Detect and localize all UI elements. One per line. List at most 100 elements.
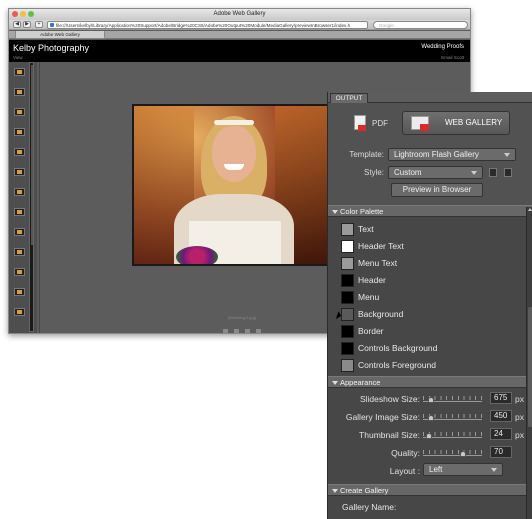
color-row-border[interactable]: Border <box>328 323 532 339</box>
color-swatch[interactable] <box>341 257 354 270</box>
gallery-thumbnail[interactable] <box>14 208 25 216</box>
appearance-title: Appearance <box>340 378 381 387</box>
color-palette-header[interactable]: Color Palette <box>328 205 532 217</box>
minimize-window-button[interactable] <box>20 11 26 17</box>
search-input[interactable]: Google <box>373 21 468 29</box>
slider-knob[interactable] <box>428 397 434 403</box>
color-label: Background <box>358 309 404 319</box>
style-select[interactable]: Custom <box>388 166 483 179</box>
layout-select[interactable]: Left <box>423 463 503 476</box>
filmstrip-scrollbar[interactable] <box>29 62 34 332</box>
delete-style-icon[interactable] <box>504 168 512 177</box>
web-gallery-label: WEB GALLERY <box>445 118 503 127</box>
quality-slider[interactable] <box>423 447 482 457</box>
color-row-menu-text[interactable]: Menu Text <box>328 255 532 271</box>
preview-in-browser-button[interactable]: Preview in Browser <box>391 183 483 197</box>
gallery-thumbnail[interactable] <box>14 188 25 196</box>
color-swatch[interactable] <box>341 240 354 253</box>
photo-caption: [Wedding-2.jpg] <box>228 315 256 320</box>
gallery-thumbnail[interactable] <box>14 148 25 156</box>
gallery-image-size-unit: px <box>515 412 524 422</box>
appearance-header[interactable]: Appearance <box>328 376 532 388</box>
color-swatch[interactable] <box>341 291 354 304</box>
save-style-icon[interactable] <box>489 168 497 177</box>
gallery-thumbnail[interactable] <box>14 248 25 256</box>
browser-toolbar: ◀ ▶ + file:///Users/kelbyl/Library/Appli… <box>9 20 470 30</box>
color-row-header-text[interactable]: Header Text <box>328 238 532 254</box>
forward-button[interactable]: ▶ <box>23 21 31 28</box>
main-photo <box>132 104 332 266</box>
color-swatch[interactable] <box>341 274 354 287</box>
color-row-text[interactable]: Text <box>328 221 532 237</box>
back-button[interactable]: ◀ <box>13 21 21 28</box>
add-bookmark-button[interactable]: + <box>35 21 43 28</box>
panel-tab-row: OUTPUT <box>328 92 532 103</box>
gallery-thumbnail[interactable] <box>14 288 25 296</box>
gallery-image-size-slider[interactable] <box>423 411 482 421</box>
color-label: Menu Text <box>358 258 398 268</box>
browser-tabbar: Adobe Web Gallery <box>9 31 470 39</box>
color-row-controls-background[interactable]: Controls Background <box>328 340 532 356</box>
prev-icon[interactable] <box>223 329 228 333</box>
gallery-thumbnail[interactable] <box>14 308 25 316</box>
search-placeholder: Google <box>379 23 394 28</box>
thumbnail-size-slider[interactable] <box>423 429 482 439</box>
color-label: Border <box>358 326 384 336</box>
color-row-menu[interactable]: Menu <box>328 289 532 305</box>
color-swatch[interactable] <box>341 359 354 372</box>
slideshow-size-slider[interactable] <box>423 393 482 403</box>
output-tab[interactable]: OUTPUT <box>330 93 368 103</box>
disclosure-triangle-icon <box>332 210 338 214</box>
output-panel: OUTPUT PDF WEB GALLERY Template: Lightro… <box>327 92 532 519</box>
panel-scrollbar[interactable] <box>526 207 532 519</box>
color-row-header[interactable]: Header <box>328 272 532 288</box>
color-label: Text <box>358 224 374 234</box>
address-bar[interactable]: file:///Users/kelbyl/Library/Application… <box>47 21 368 29</box>
email-link[interactable]: Email Scott <box>441 55 464 60</box>
slider-knob[interactable] <box>460 451 466 457</box>
color-row-controls-foreground[interactable]: Controls Foreground <box>328 357 532 373</box>
scroll-up-icon[interactable] <box>528 208 532 211</box>
color-swatch[interactable] <box>341 223 354 236</box>
gallery-image-size-field[interactable]: 450 <box>490 410 512 422</box>
site-view-link[interactable]: View <box>13 55 23 60</box>
window-title: Adobe Web Gallery <box>213 11 266 17</box>
zoom-window-button[interactable] <box>28 11 34 17</box>
browser-tab[interactable]: Adobe Web Gallery <box>15 31 105 39</box>
quality-field[interactable]: 70 <box>490 446 512 458</box>
close-window-button[interactable] <box>12 11 18 17</box>
gallery-thumbnail[interactable] <box>14 128 25 136</box>
gallery-thumbnail[interactable] <box>14 68 25 76</box>
color-row-background[interactable]: Background <box>328 306 532 322</box>
slider-knob[interactable] <box>428 415 434 421</box>
color-swatch[interactable] <box>341 325 354 338</box>
disclosure-triangle-icon <box>332 381 338 385</box>
web-gallery-button[interactable]: WEB GALLERY <box>402 111 510 135</box>
play-icon[interactable] <box>234 329 239 333</box>
pdf-button[interactable]: PDF <box>354 113 394 143</box>
gallery-thumbnail[interactable] <box>14 88 25 96</box>
color-swatch[interactable] <box>341 342 354 355</box>
layout-label: Layout : <box>389 466 420 476</box>
gallery-thumbnail[interactable] <box>14 108 25 116</box>
slideshow-size-field[interactable]: 675 <box>490 392 512 404</box>
color-label: Header Text <box>358 241 404 251</box>
color-swatch[interactable] <box>341 308 354 321</box>
gallery-thumbnail[interactable] <box>14 268 25 276</box>
slider-knob[interactable] <box>426 433 432 439</box>
style-value: Custom <box>394 168 422 177</box>
disclosure-triangle-icon <box>332 489 338 493</box>
template-select[interactable]: Lightroom Flash Gallery <box>388 148 516 161</box>
gallery-thumbnail[interactable] <box>14 228 25 236</box>
fullscreen-icon[interactable] <box>256 329 261 333</box>
thumbnail-size-label: Thumbnail Size: <box>359 430 420 440</box>
create-gallery-title: Create Gallery <box>340 486 389 495</box>
layout-value: Left <box>429 465 443 474</box>
slideshow-size-unit: px <box>515 394 524 404</box>
next-icon[interactable] <box>245 329 250 333</box>
gallery-thumbnail[interactable] <box>14 168 25 176</box>
template-value: Lightroom Flash Gallery <box>394 150 479 159</box>
scroll-thumb[interactable] <box>528 307 532 427</box>
thumbnail-size-field[interactable]: 24 <box>490 428 512 440</box>
create-gallery-header[interactable]: Create Gallery <box>328 484 532 496</box>
